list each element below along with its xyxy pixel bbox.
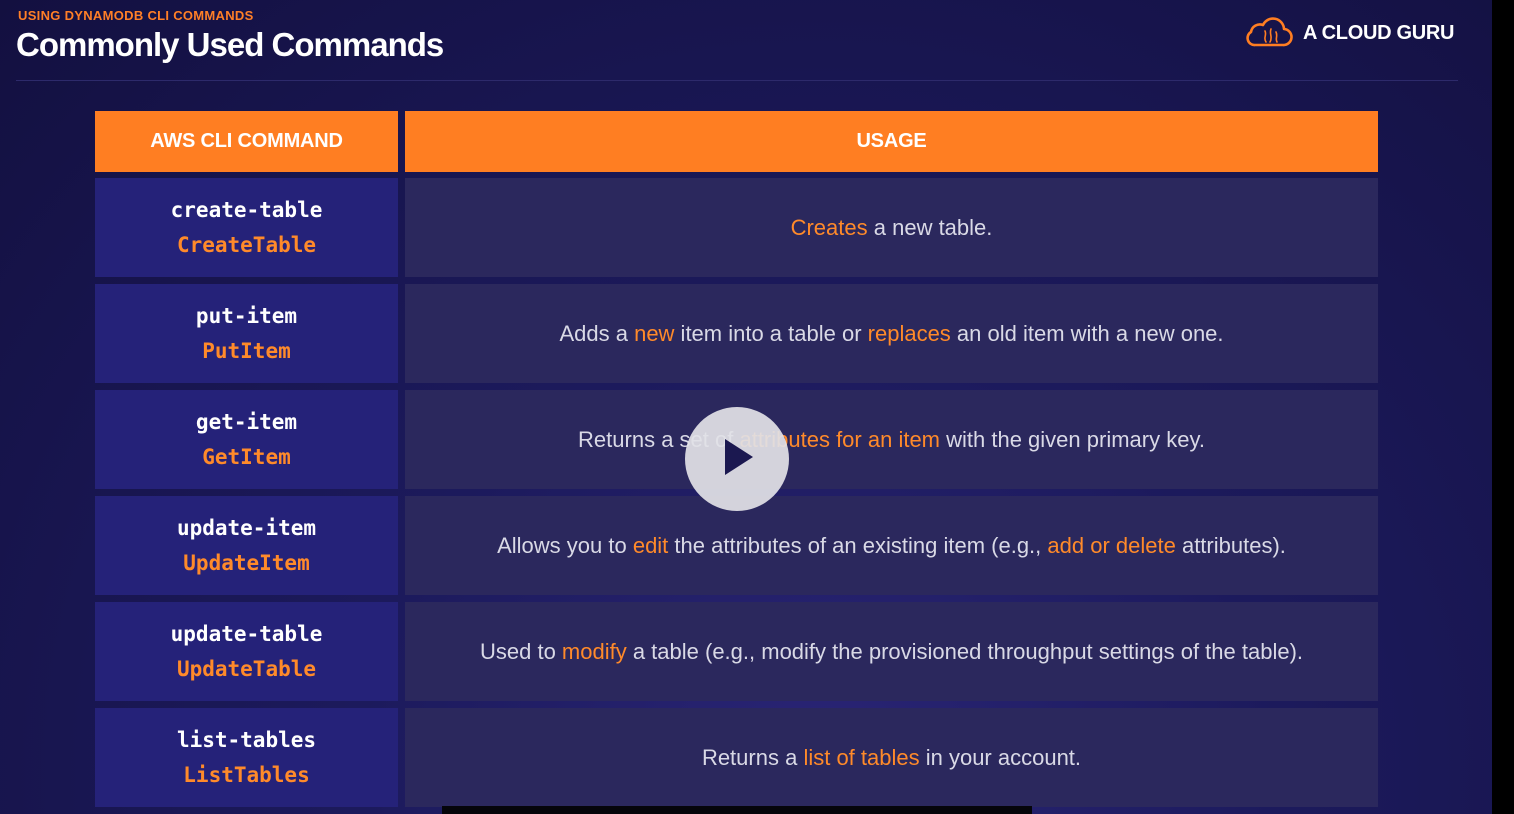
usage-text: Returns a set of attributes for an item … xyxy=(578,427,1205,453)
usage-cell: Returns a list of tables in your account… xyxy=(405,708,1378,807)
video-progress-bar[interactable] xyxy=(442,806,1032,814)
usage-segment: in your account. xyxy=(919,744,1082,770)
usage-highlight: replaces xyxy=(867,320,951,346)
cloud-brain-icon xyxy=(1243,17,1293,49)
usage-segment: a new table. xyxy=(867,214,993,240)
usage-segment: attributes). xyxy=(1175,532,1286,558)
command-cell: put-item PutItem xyxy=(95,284,398,383)
usage-cell: Used to modify a table (e.g., modify the… xyxy=(405,602,1378,701)
table-row: put-item PutItem Adds a new item into a … xyxy=(95,284,1378,383)
command-cell: create-table CreateTable xyxy=(95,178,398,277)
cli-command: put-item xyxy=(195,304,298,328)
usage-highlight: modify xyxy=(561,638,627,664)
table-row: create-table CreateTable Creates a new t… xyxy=(95,178,1378,277)
usage-segment: with the given primary key. xyxy=(940,426,1205,452)
column-header-command: AWS CLI COMMAND xyxy=(95,111,398,172)
slide: USING DYNAMODB CLI COMMANDS Commonly Use… xyxy=(0,0,1492,814)
usage-cell: Creates a new table. xyxy=(405,178,1378,277)
usage-segment: the attributes of an existing item (e.g.… xyxy=(668,532,1048,558)
api-action: PutItem xyxy=(202,339,291,363)
usage-cell: Allows you to edit the attributes of an … xyxy=(405,496,1378,595)
usage-highlight: add or delete xyxy=(1047,532,1176,558)
usage-highlight: new xyxy=(634,320,675,346)
cli-command: list-tables xyxy=(176,728,317,752)
command-cell: update-item UpdateItem xyxy=(95,496,398,595)
command-cell: update-table UpdateTable xyxy=(95,602,398,701)
usage-highlight: edit xyxy=(632,532,669,558)
usage-segment: Adds a xyxy=(559,320,635,346)
api-action: GetItem xyxy=(202,445,291,469)
usage-text: Returns a list of tables in your account… xyxy=(702,745,1081,771)
usage-text: Creates a new table. xyxy=(791,215,993,241)
usage-segment: item into a table or xyxy=(674,320,868,346)
cli-command: get-item xyxy=(195,410,298,434)
usage-segment: an old item with a new one. xyxy=(950,320,1224,346)
usage-text: Allows you to edit the attributes of an … xyxy=(497,533,1286,559)
cli-command: create-table xyxy=(170,198,323,222)
usage-segment: Allows you to xyxy=(497,532,633,558)
command-cell: list-tables ListTables xyxy=(95,708,398,807)
usage-cell: Adds a new item into a table or replaces… xyxy=(405,284,1378,383)
cli-command: update-table xyxy=(170,622,323,646)
usage-segment: Used to xyxy=(479,638,562,664)
play-icon xyxy=(717,435,757,484)
table-row: list-tables ListTables Returns a list of… xyxy=(95,708,1378,807)
slide-title: Commonly Used Commands xyxy=(16,26,444,63)
usage-text: Adds a new item into a table or replaces… xyxy=(559,321,1223,347)
table-row: update-table UpdateTable Used to modify … xyxy=(95,602,1378,701)
column-header-usage: USAGE xyxy=(405,111,1378,172)
brand-name: A CLOUD GURU xyxy=(1303,21,1455,44)
play-button[interactable] xyxy=(685,407,789,511)
usage-segment: a table (e.g., modify the provisioned th… xyxy=(626,638,1304,664)
command-cell: get-item GetItem xyxy=(95,390,398,489)
api-action: UpdateItem xyxy=(183,551,310,575)
slide-kicker: USING DYNAMODB CLI COMMANDS xyxy=(18,8,254,23)
api-action: CreateTable xyxy=(176,233,317,257)
usage-highlight: Creates xyxy=(790,214,868,240)
api-action: ListTables xyxy=(183,763,310,787)
header-divider xyxy=(16,80,1458,81)
brand-logo: A CLOUD GURU xyxy=(1243,15,1455,51)
usage-cell: Returns a set of attributes for an item … xyxy=(405,390,1378,489)
usage-segment: Returns a xyxy=(701,744,804,770)
usage-highlight: list of tables xyxy=(803,744,920,770)
api-action: UpdateTable xyxy=(176,657,317,681)
player-edge xyxy=(1492,0,1514,814)
cli-command: update-item xyxy=(176,516,317,540)
usage-text: Used to modify a table (e.g., modify the… xyxy=(480,639,1303,665)
